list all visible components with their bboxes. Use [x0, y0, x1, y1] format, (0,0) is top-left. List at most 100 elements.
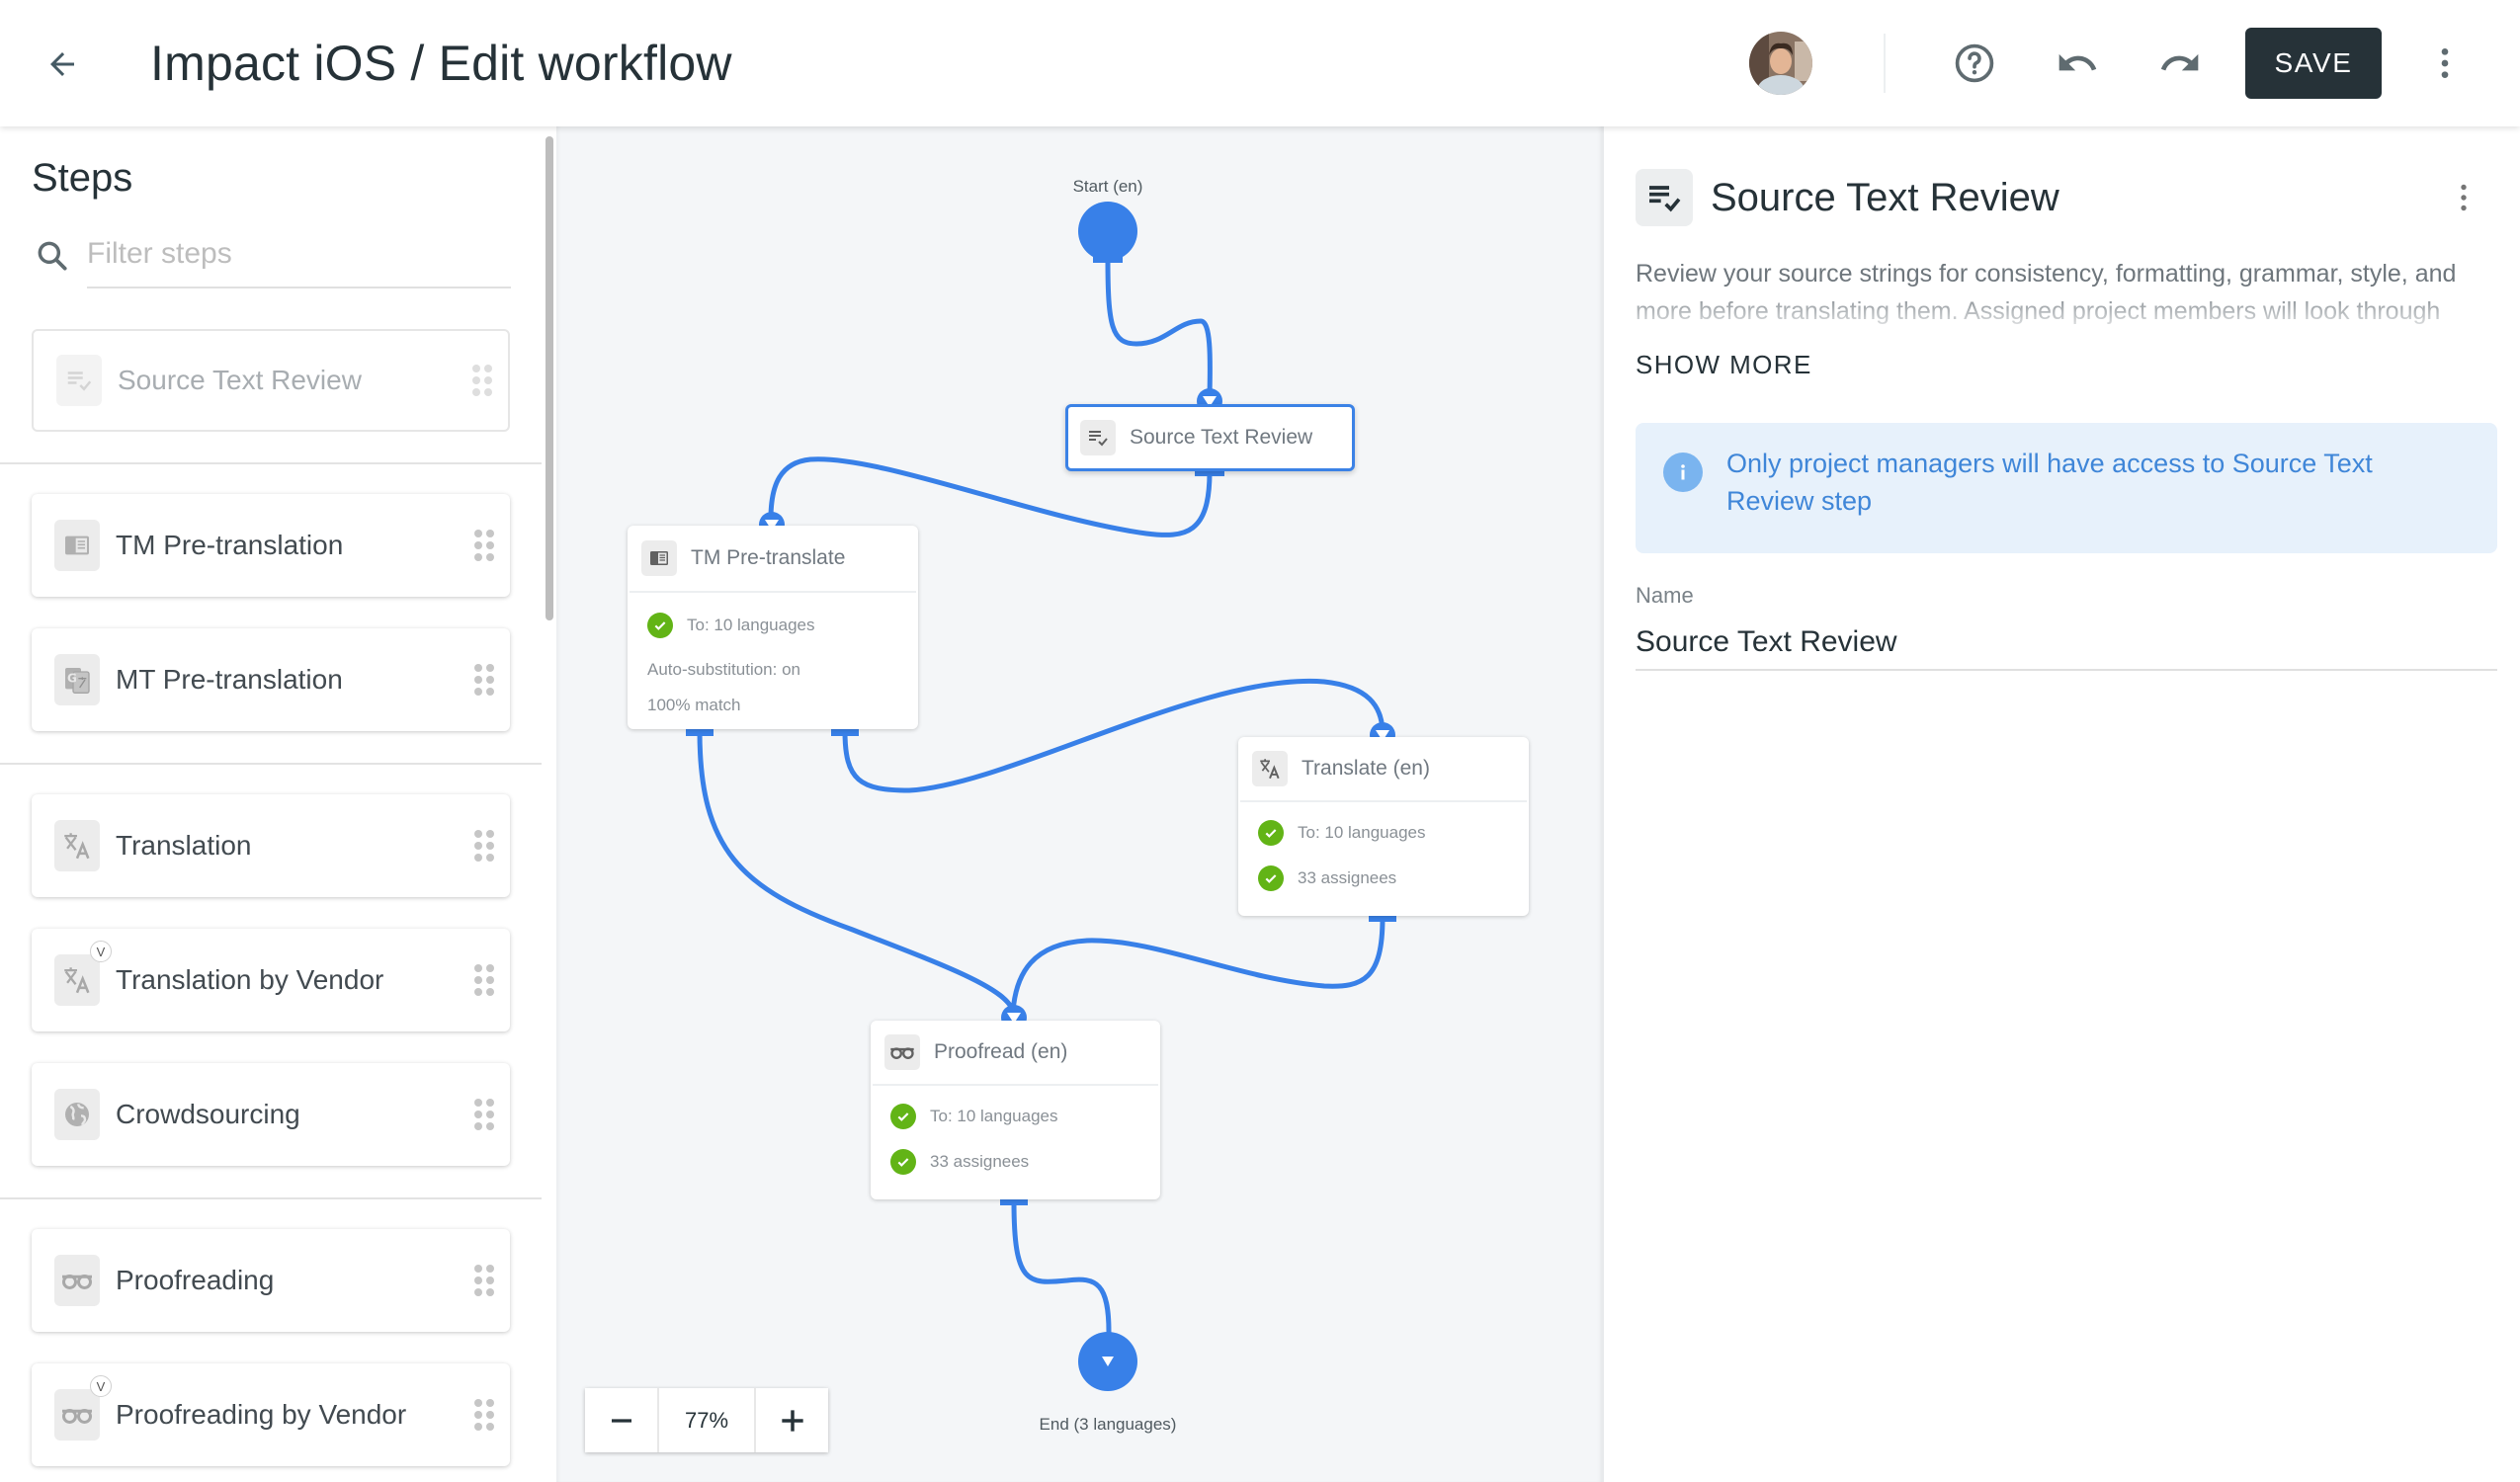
step-icon-box	[56, 355, 102, 406]
minus-icon	[611, 1418, 631, 1423]
drag-handle[interactable]	[474, 530, 494, 561]
step-card-label: Crowdsourcing	[116, 1099, 300, 1129]
node-title: Translate (en)	[1302, 757, 1430, 780]
filter-steps	[32, 225, 511, 288]
step-card-proofreading[interactable]: Proofreading	[32, 1229, 510, 1332]
vendor-badge: V	[90, 1375, 112, 1397]
sidebar-scrollbar[interactable]	[546, 136, 553, 620]
node-source-text-review[interactable]: Source Text Review	[1065, 404, 1355, 471]
info-text: Only project managers will have access t…	[1726, 449, 2373, 516]
step-card-translation[interactable]: Translation	[32, 794, 510, 897]
drag-handle[interactable]	[474, 1099, 494, 1130]
node-translate[interactable]: Translate (en) To: 10 languages 33 assig…	[1238, 737, 1529, 916]
start-node[interactable]	[1078, 202, 1137, 261]
node-status-row: 33 assignees	[871, 1139, 1160, 1185]
node-icon-box	[884, 1034, 920, 1070]
check-circle-icon	[890, 1149, 916, 1175]
name-field[interactable]	[1636, 616, 2497, 671]
node-proofread[interactable]: Proofread (en) To: 10 languages 33 assig…	[871, 1021, 1160, 1199]
step-card-translation-by-vendor[interactable]: V Translation by Vendor	[32, 929, 510, 1031]
undo-button[interactable]	[2048, 34, 2107, 93]
check-circle-icon	[1258, 865, 1284, 891]
more-options-button[interactable]	[2415, 34, 2475, 93]
undo-icon	[2058, 53, 2097, 71]
step-icon-box	[54, 1089, 100, 1140]
zoom-in-button[interactable]	[756, 1388, 828, 1452]
node-icon-box	[1252, 751, 1288, 786]
step-card-crowdsourcing[interactable]: Crowdsourcing	[32, 1063, 510, 1166]
group-divider	[0, 462, 542, 464]
avatar[interactable]	[1749, 32, 1812, 95]
globe-icon	[65, 1103, 89, 1126]
step-card-label: Translation	[116, 830, 252, 861]
drag-handle	[472, 365, 492, 396]
header-divider	[1884, 34, 1886, 93]
step-icon-box	[54, 1255, 100, 1306]
drag-handle[interactable]	[474, 1265, 494, 1296]
source-review-icon	[67, 371, 92, 391]
step-icon-box: V	[54, 1375, 112, 1441]
help-button[interactable]	[1945, 34, 2004, 93]
node-status-text: 33 assignees	[1298, 868, 1397, 887]
step-card-label: Proofreading	[116, 1265, 275, 1295]
step-card-label: MT Pre-translation	[116, 664, 343, 695]
node-status-row: To: 10 languages	[1238, 810, 1529, 856]
more-vertical-icon	[2461, 184, 2467, 211]
back-button[interactable]	[38, 40, 87, 89]
drag-handle[interactable]	[474, 964, 494, 996]
arrow-left-icon	[50, 52, 74, 76]
node-status-text: To: 10 languages	[687, 616, 815, 634]
show-more-button[interactable]: SHOW MORE	[1636, 350, 1812, 380]
source-review-icon	[1649, 186, 1681, 212]
svg-text:G: G	[67, 672, 77, 686]
translate-icon	[1260, 759, 1280, 780]
step-details-panel: Source Text Review Review your source st…	[1602, 126, 2520, 1482]
node-tm-pre-translate[interactable]: TM Pre-translate To: 10 languages Auto-s…	[628, 526, 918, 729]
step-card-tm-pre-translation[interactable]: TM Pre-translation	[32, 494, 510, 597]
more-vertical-icon	[2441, 48, 2449, 78]
step-card-proofreading-by-vendor[interactable]: V Proofreading by Vendor	[32, 1363, 510, 1466]
source-review-icon	[1089, 431, 1108, 447]
node-divider	[630, 591, 916, 593]
group-divider	[0, 1197, 542, 1199]
end-label: End (3 languages)	[1039, 1415, 1177, 1434]
glasses-icon	[62, 1409, 92, 1424]
node-divider	[873, 1084, 1158, 1086]
tm-icon	[650, 551, 668, 565]
node-icon-box	[641, 540, 677, 576]
filter-steps-input[interactable]	[87, 225, 511, 288]
translate-icon	[64, 967, 90, 994]
node-status-text: To: 10 languages	[930, 1107, 1058, 1125]
node-title: Proofread (en)	[934, 1040, 1068, 1063]
step-icon-box	[54, 520, 100, 571]
node-status-row: To: 10 languages	[871, 1094, 1160, 1139]
drag-handle[interactable]	[474, 1399, 494, 1431]
node-note: 100% match	[647, 696, 741, 714]
check-circle-icon	[647, 613, 673, 638]
start-label: Start (en)	[1072, 177, 1143, 196]
end-node[interactable]	[1078, 1332, 1137, 1391]
redo-button[interactable]	[2150, 34, 2210, 93]
glasses-icon	[890, 1047, 914, 1059]
step-card-mt-pre-translation[interactable]: G MT Pre-translation	[32, 628, 510, 731]
node-note: Auto-substitution: on	[647, 660, 800, 679]
save-button[interactable]: SAVE	[2245, 28, 2382, 99]
step-card-label: Proofreading by Vendor	[116, 1399, 407, 1430]
drag-handle[interactable]	[474, 830, 494, 862]
panel-more-button[interactable]	[2444, 176, 2483, 219]
page-title: Impact iOS / Edit workflow	[150, 36, 732, 91]
zoom-out-button[interactable]	[585, 1388, 657, 1452]
panel-icon-box	[1636, 169, 1693, 226]
node-status-text: To: 10 languages	[1298, 823, 1426, 842]
node-status-row: To: 10 languages	[628, 603, 918, 648]
machine-translate-icon: G	[65, 668, 90, 694]
check-circle-icon	[890, 1104, 916, 1129]
panel-header: Source Text Review	[1636, 168, 2059, 227]
panel-description: Review your source strings for consisten…	[1636, 255, 2497, 336]
name-field-label: Name	[1636, 583, 1694, 608]
help-circle-icon	[1955, 43, 1994, 83]
node-icon-box	[1080, 420, 1116, 455]
step-icon-box	[54, 820, 100, 871]
drag-handle[interactable]	[474, 664, 494, 696]
node-status-text: 33 assignees	[930, 1152, 1030, 1171]
